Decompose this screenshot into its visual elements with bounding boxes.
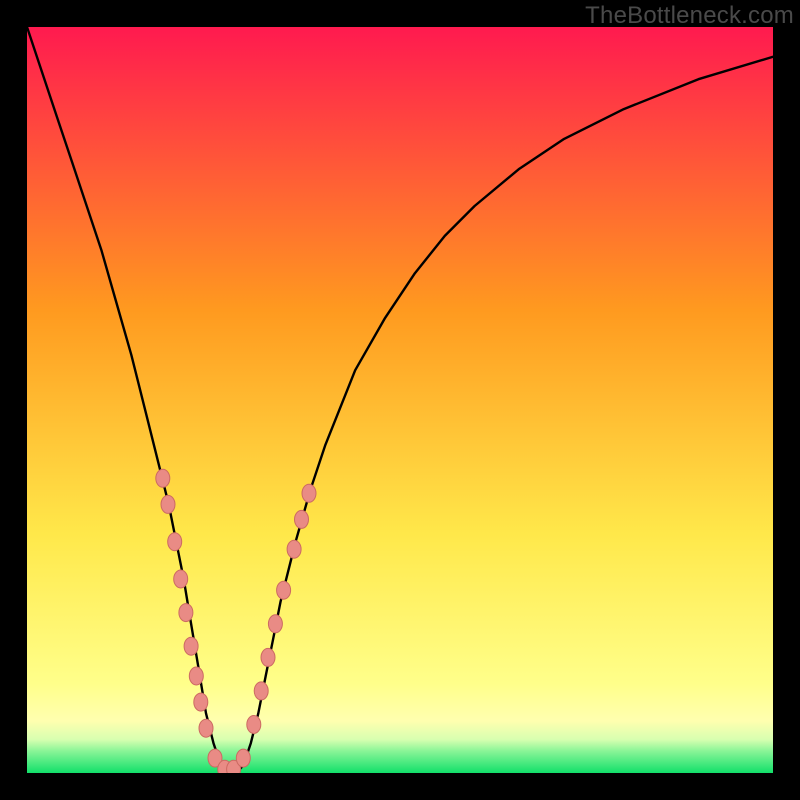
- chart-frame: [27, 27, 773, 773]
- highlight-dot: [268, 615, 282, 633]
- watermark-text: TheBottleneck.com: [585, 2, 794, 30]
- highlight-dot: [261, 648, 275, 666]
- highlight-dot: [287, 540, 301, 558]
- highlight-dot: [156, 469, 170, 487]
- highlight-dot: [161, 495, 175, 513]
- highlight-dot: [254, 682, 268, 700]
- highlight-dot: [236, 749, 250, 767]
- highlight-dot: [247, 716, 261, 734]
- highlight-dot: [189, 667, 203, 685]
- highlight-dot: [295, 510, 309, 528]
- chart-svg: [27, 27, 773, 773]
- highlight-dot: [184, 637, 198, 655]
- highlight-dot: [179, 604, 193, 622]
- highlight-dot: [194, 693, 208, 711]
- highlight-dot: [277, 581, 291, 599]
- highlight-dot: [199, 719, 213, 737]
- gradient-background: [27, 27, 773, 773]
- highlight-dot: [174, 570, 188, 588]
- highlight-dot: [168, 533, 182, 551]
- highlight-dot: [302, 484, 316, 502]
